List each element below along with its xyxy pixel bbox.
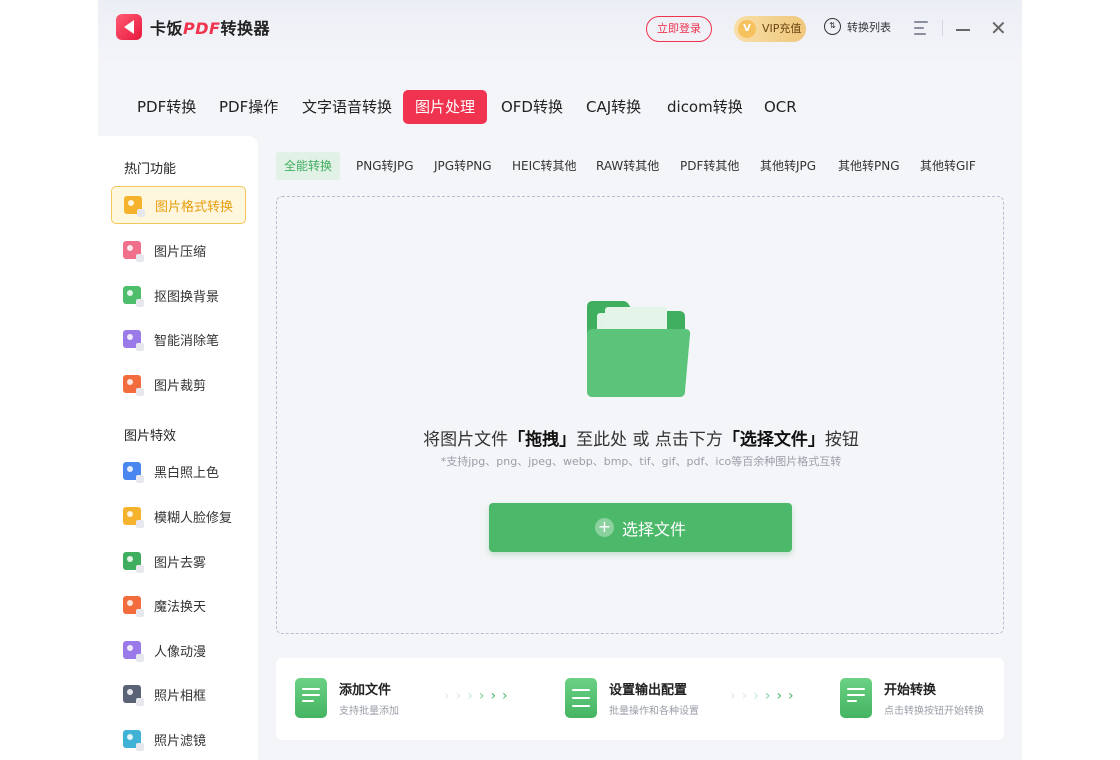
step-arrows: ›››››› (730, 688, 800, 704)
workflow-steps: 添加文件 支持批量添加 ›››››› 设置输出配置 批量操作和各种设置 ››››… (276, 658, 1004, 740)
step-arrows: ›››››› (444, 688, 514, 704)
sidebar-item-image-compress[interactable]: 图片压缩 (111, 231, 246, 269)
supported-formats-hint: *支持jpg、png、jpeg、webp、bmp、tif、gif、pdf、ico… (440, 455, 842, 468)
conversion-list-icon: ⇅ (824, 18, 841, 35)
step-output-settings: 设置输出配置 批量操作和各种设置 (565, 678, 699, 718)
sidebar-item-label: 抠图换背景 (154, 289, 220, 305)
tab-caj-convert[interactable]: CAJ转换 (574, 90, 653, 124)
sidebar-item-label: 智能消除笔 (154, 333, 220, 349)
minimize-icon[interactable] (956, 29, 970, 31)
subtab-other-to-jpg[interactable]: 其他转JPG (752, 152, 824, 180)
subtab-pdf-to-other[interactable]: PDF转其他 (672, 152, 747, 180)
sidebar-item-label: 图片格式转换 (155, 199, 234, 215)
menu-icon[interactable] (914, 21, 928, 35)
subtab-raw-to-other[interactable]: RAW转其他 (588, 152, 667, 180)
folder-icon (587, 301, 691, 397)
tab-dicom-convert[interactable]: dicom转换 (655, 90, 755, 124)
step-desc: 支持批量添加 (339, 706, 399, 717)
subtab-heic-to-other[interactable]: HEIC转其他 (504, 152, 585, 180)
step-start-convert: 开始转换 点击转换按钮开始转换 (840, 678, 984, 718)
photo-frame-icon (123, 685, 144, 706)
step-title: 添加文件 (339, 683, 392, 698)
image-compress-icon (123, 241, 144, 262)
sky-replace-icon (123, 596, 144, 617)
vip-crown-icon: V (738, 20, 756, 38)
subtab-jpg-to-png[interactable]: JPG转PNG (426, 152, 500, 180)
sidebar-item-label: 图片压缩 (154, 244, 207, 260)
convert-icon (840, 678, 872, 718)
subtab-other-to-png[interactable]: 其他转PNG (830, 152, 908, 180)
sidebar-item-label: 魔法换天 (154, 599, 207, 615)
app-window: 卡饭PDF转换器 立即登录 V VIP充值 ⇅ 转换列表 ✕ PDF转换 PDF… (98, 0, 1022, 760)
app-logo: 卡饭PDF转换器 (116, 14, 270, 40)
sidebar-item-label: 黑白照上色 (154, 465, 220, 481)
tab-text-voice[interactable]: 文字语音转换 (290, 90, 404, 124)
tab-pdf-operate[interactable]: PDF操作 (207, 90, 290, 124)
app-name: 卡饭PDF转换器 (150, 19, 270, 38)
vip-recharge-button[interactable]: V VIP充值 (734, 16, 806, 42)
sidebar-item-crop[interactable]: 图片裁剪 (111, 365, 246, 403)
sidebar-item-dehaze[interactable]: 图片去雾 (111, 542, 246, 580)
title-bar: 卡饭PDF转换器 立即登录 V VIP充值 ⇅ 转换列表 ✕ (98, 0, 1022, 64)
dehaze-icon (123, 552, 144, 573)
sidebar-item-label: 图片去雾 (154, 555, 207, 571)
sidebar-section-hot: 热门功能 (124, 162, 177, 177)
logo-icon (116, 14, 142, 40)
close-icon[interactable]: ✕ (990, 16, 1007, 40)
face-repair-icon (123, 507, 144, 528)
sidebar-item-cutout[interactable]: 抠图换背景 (111, 276, 246, 314)
tab-image-process[interactable]: 图片处理 (403, 90, 488, 124)
sidebar-item-eraser[interactable]: 智能消除笔 (111, 320, 246, 358)
sidebar-section-effects: 图片特效 (124, 429, 177, 444)
sidebar-item-sky-replace[interactable]: 魔法换天 (111, 586, 246, 624)
select-file-label: 选择文件 (621, 519, 686, 539)
select-file-button[interactable]: + 选择文件 (489, 503, 792, 552)
subtab-png-to-jpg[interactable]: PNG转JPG (348, 152, 422, 180)
step-desc: 批量操作和各种设置 (609, 706, 699, 717)
content-area: 全能转换 PNG转JPG JPG转PNG HEIC转其他 RAW转其他 PDF转… (258, 136, 1022, 760)
sidebar-item-anime[interactable]: 人像动漫 (111, 631, 246, 669)
divider (942, 20, 943, 36)
step-add-files: 添加文件 支持批量添加 (295, 678, 399, 718)
settings-sliders-icon (565, 678, 597, 718)
cutout-icon (123, 286, 144, 307)
add-file-icon (295, 678, 327, 718)
step-desc: 点击转换按钮开始转换 (884, 706, 984, 717)
sidebar-item-colorize[interactable]: 黑白照上色 (111, 452, 246, 490)
plus-icon: + (594, 518, 614, 537)
eraser-icon (123, 330, 144, 351)
image-format-icon (124, 196, 145, 217)
subtab-all-convert[interactable]: 全能转换 (276, 152, 341, 180)
anime-icon (123, 641, 144, 662)
sidebar-item-image-format-convert[interactable]: 图片格式转换 (111, 186, 246, 224)
sidebar-item-label: 模糊人脸修复 (154, 510, 233, 526)
sidebar-item-face-repair[interactable]: 模糊人脸修复 (111, 497, 246, 535)
file-dropzone[interactable]: 将图片文件「拖拽」至此处 或 点击下方「选择文件」按钮 *支持jpg、png、j… (276, 196, 1004, 634)
sidebar-item-label: 图片裁剪 (154, 378, 207, 394)
sidebar-item-photo-frame[interactable]: 照片相框 (111, 675, 246, 713)
subtab-other-to-gif[interactable]: 其他转GIF (912, 152, 984, 180)
sidebar-item-filter[interactable]: 照片滤镜 (111, 720, 246, 758)
colorize-icon (123, 462, 144, 483)
vip-label: VIP充值 (762, 22, 802, 35)
drop-instruction: 将图片文件「拖拽」至此处 或 点击下方「选择文件」按钮 (423, 430, 859, 450)
sidebar-item-label: 照片相框 (154, 688, 207, 704)
tab-ofd-convert[interactable]: OFD转换 (489, 90, 575, 124)
crop-icon (123, 375, 144, 396)
tab-ocr[interactable]: OCR (752, 90, 809, 124)
conversion-list-label: 转换列表 (847, 20, 891, 34)
sidebar-item-label: 照片滤镜 (154, 733, 207, 749)
sidebar-item-label: 人像动漫 (154, 644, 207, 660)
sidebar: 热门功能 图片格式转换 图片压缩 抠图换背景 智能消除笔 图片裁剪 图片特效 黑… (98, 136, 258, 760)
conversion-list-button[interactable]: ⇅ 转换列表 (824, 18, 891, 35)
step-title: 开始转换 (884, 683, 937, 698)
step-title: 设置输出配置 (609, 683, 688, 698)
tab-pdf-convert[interactable]: PDF转换 (125, 90, 208, 124)
filter-icon (123, 730, 144, 751)
login-button[interactable]: 立即登录 (646, 16, 712, 42)
